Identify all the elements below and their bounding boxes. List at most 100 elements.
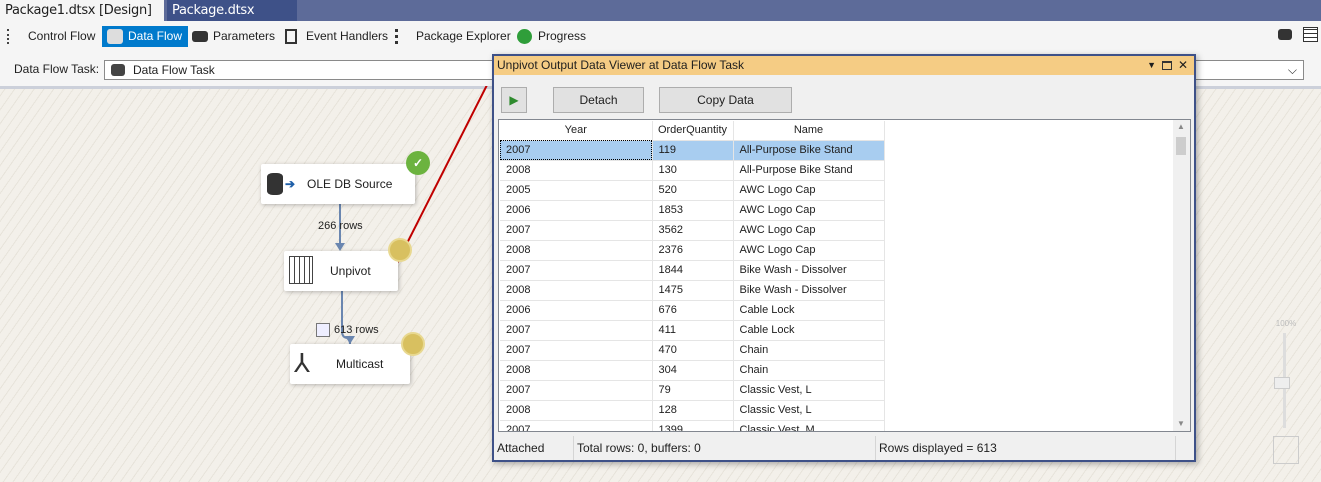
tab-package-design[interactable]: Package.dtsx [Design]: [167, 0, 297, 39]
table-row[interactable]: 2006 676 Cable Lock: [500, 300, 885, 321]
table-cell[interactable]: 2007: [500, 380, 653, 401]
table-row[interactable]: 2008 1475 Bike Wash - Dissolver: [500, 280, 885, 301]
column-header[interactable]: Year: [500, 121, 653, 141]
fit-to-window-icon[interactable]: [1273, 436, 1299, 464]
data-viewer-icon[interactable]: [316, 323, 330, 337]
tab-progress[interactable]: Progress: [512, 26, 592, 47]
table-cell[interactable]: 130: [652, 160, 734, 181]
tab-package1-design[interactable]: Package1.dtsx [Design] ⊸ ✕: [0, 0, 164, 39]
dropdown-icon[interactable]: ▼: [1147, 56, 1156, 75]
table-cell[interactable]: Cable Lock: [733, 300, 885, 321]
data-viewer-titlebar[interactable]: Unpivot Output Data Viewer at Data Flow …: [494, 56, 1194, 75]
table-cell[interactable]: 2007: [500, 420, 653, 431]
grid-options-icon[interactable]: [1303, 27, 1318, 42]
table-cell[interactable]: AWC Logo Cap: [733, 200, 885, 221]
table-row[interactable]: 2006 1853 AWC Logo Cap: [500, 200, 885, 221]
table-cell[interactable]: 411: [652, 320, 734, 341]
table-row[interactable]: 2008 304 Chain: [500, 360, 885, 381]
data-grid[interactable]: Year OrderQuantity Name 2007 119 All-Purpose…: [498, 119, 1191, 432]
scroll-up-icon[interactable]: ▲: [1177, 122, 1185, 131]
tab-data-flow[interactable]: Data Flow: [102, 26, 189, 47]
zoom-slider-thumb[interactable]: [1274, 377, 1290, 389]
table-cell[interactable]: 2007: [500, 320, 653, 341]
table-cell[interactable]: 79: [652, 380, 734, 401]
table-cell[interactable]: 2007: [500, 340, 653, 361]
table-cell[interactable]: 1475: [652, 280, 734, 301]
table-cell[interactable]: 520: [652, 180, 734, 201]
copy-data-button[interactable]: Copy Data: [659, 87, 792, 113]
table-cell[interactable]: Bike Wash - Dissolver: [733, 260, 885, 281]
table-cell[interactable]: 2008: [500, 160, 653, 181]
table-row[interactable]: 2007 119 All-Purpose Bike Stand: [500, 140, 885, 161]
table-row[interactable]: 2007 411 Cable Lock: [500, 320, 885, 341]
table-cell[interactable]: 3562: [652, 220, 734, 241]
node-multicast[interactable]: ⅄ Multicast: [290, 344, 410, 384]
window-title: Unpivot Output Data Viewer at Data Flow …: [497, 58, 745, 72]
table-cell[interactable]: 2008: [500, 400, 653, 421]
table-row[interactable]: 2008 130 All-Purpose Bike Stand: [500, 160, 885, 181]
data-flow-icon: [111, 64, 125, 76]
data-flow-icon: [107, 29, 123, 44]
table-row[interactable]: 2007 79 Classic Vest, L: [500, 380, 885, 401]
table-row[interactable]: 2007 1399 Classic Vest, M: [500, 420, 885, 431]
table-cell[interactable]: 2006: [500, 200, 653, 221]
scroll-down-icon[interactable]: ▼: [1177, 419, 1185, 428]
table-cell[interactable]: 1853: [652, 200, 734, 221]
table-cell[interactable]: 2008: [500, 280, 653, 301]
multicast-icon: ⅄: [294, 348, 310, 378]
table-row[interactable]: 2008 128 Classic Vest, L: [500, 400, 885, 421]
table-cell[interactable]: Classic Vest, L: [733, 380, 885, 401]
table-cell[interactable]: 1399: [652, 420, 734, 431]
table-row[interactable]: 2007 1844 Bike Wash - Dissolver: [500, 260, 885, 281]
table-cell[interactable]: 2007: [500, 220, 653, 241]
vertical-scrollbar[interactable]: ▲ ▼: [1173, 120, 1190, 431]
data-table: Year OrderQuantity Name 2007 119 All-Purpose…: [500, 121, 885, 431]
table-cell[interactable]: 2007: [500, 260, 653, 281]
table-cell[interactable]: 470: [652, 340, 734, 361]
variables-icon[interactable]: [1278, 29, 1292, 40]
tab-control-flow[interactable]: Control Flow: [2, 26, 101, 47]
column-header[interactable]: OrderQuantity: [652, 121, 734, 141]
table-cell[interactable]: Classic Vest, M: [733, 420, 885, 431]
tab-label: Parameters: [213, 29, 276, 43]
table-cell[interactable]: Classic Vest, L: [733, 400, 885, 421]
table-cell[interactable]: Chain: [733, 340, 885, 361]
scrollbar-thumb[interactable]: [1176, 137, 1186, 155]
table-row[interactable]: 2007 470 Chain: [500, 340, 885, 361]
table-cell[interactable]: 2008: [500, 240, 653, 261]
table-row[interactable]: 2005 520 AWC Logo Cap: [500, 180, 885, 201]
tab-parameters[interactable]: Parameters: [187, 26, 281, 47]
row-count-label: 266 rows: [318, 220, 363, 232]
table-cell[interactable]: Bike Wash - Dissolver: [733, 280, 885, 301]
maximize-icon[interactable]: [1162, 61, 1172, 70]
table-cell[interactable]: 1844: [652, 260, 734, 281]
close-icon[interactable]: ✕: [1178, 56, 1188, 75]
table-cell[interactable]: 128: [652, 400, 734, 421]
detach-button[interactable]: Detach: [553, 87, 644, 113]
table-cell[interactable]: 2008: [500, 360, 653, 381]
tab-package-explorer[interactable]: Package Explorer: [390, 26, 517, 47]
column-header[interactable]: Name: [733, 121, 885, 141]
tab-event-handlers[interactable]: Event Handlers: [280, 26, 394, 47]
table-cell[interactable]: Cable Lock: [733, 320, 885, 341]
data-flow-task-label: Data Flow Task:: [14, 62, 100, 76]
table-cell[interactable]: 304: [652, 360, 734, 381]
table-cell[interactable]: 119: [652, 140, 734, 161]
table-cell[interactable]: All-Purpose Bike Stand: [733, 160, 885, 181]
table-cell[interactable]: 2007: [500, 140, 653, 161]
table-cell[interactable]: 676: [652, 300, 734, 321]
table-cell[interactable]: 2006: [500, 300, 653, 321]
table-cell[interactable]: All-Purpose Bike Stand: [733, 140, 885, 161]
resume-button[interactable]: ▶: [501, 87, 527, 113]
table-cell[interactable]: 2005: [500, 180, 653, 201]
node-ole-db-source[interactable]: ➔ OLE DB Source: [261, 164, 415, 204]
table-cell[interactable]: AWC Logo Cap: [733, 180, 885, 201]
table-cell[interactable]: AWC Logo Cap: [733, 240, 885, 261]
table-row[interactable]: 2007 3562 AWC Logo Cap: [500, 220, 885, 241]
table-cell[interactable]: AWC Logo Cap: [733, 220, 885, 241]
table-cell[interactable]: 2376: [652, 240, 734, 261]
table-row[interactable]: 2008 2376 AWC Logo Cap: [500, 240, 885, 261]
zoom-control[interactable]: 100%: [1272, 319, 1300, 428]
node-unpivot[interactable]: Unpivot: [284, 251, 398, 291]
table-cell[interactable]: Chain: [733, 360, 885, 381]
